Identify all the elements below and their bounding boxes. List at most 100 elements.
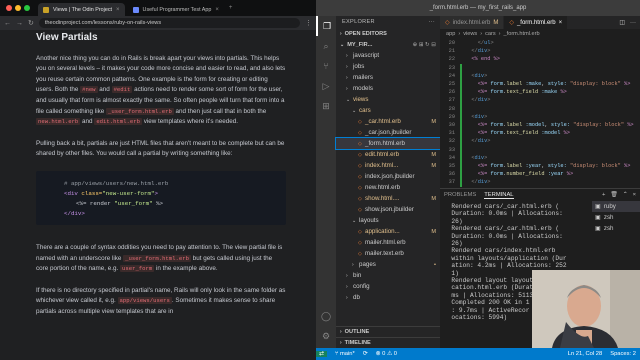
open-editors-section[interactable]: › OPEN EDITORS — [336, 28, 440, 39]
browser-tab-odin[interactable]: Views | The Odin Project × — [38, 3, 125, 16]
tree-item-label: db — [353, 294, 360, 301]
split-editor-icon[interactable]: ◫ — [619, 19, 625, 26]
code-text: <%= form.label :model, style: "display: … — [477, 122, 634, 129]
back-arrow-icon[interactable]: ← — [4, 20, 11, 27]
tree-item-label: pages — [359, 261, 376, 268]
close-window-button[interactable] — [6, 5, 12, 11]
trash-icon[interactable]: 🗑 — [610, 192, 617, 198]
tree-file[interactable]: ◇ _car.html.erb M — [336, 116, 440, 127]
line-number: 22 — [448, 56, 455, 63]
branch-indicator[interactable]: ⑂ main* — [335, 351, 355, 357]
code-editor[interactable]: 20 </ul> 21 </div> 22 <% end %> 23 24 <div> 2… — [440, 39, 640, 187]
tree-file[interactable]: ◇ show.json.jbuilder — [336, 204, 440, 215]
problems-count[interactable]: ⊗ 0 ⚠ 0 — [376, 351, 397, 357]
tree-item-label: javascript — [353, 52, 380, 59]
terminal-label: zsh — [603, 214, 614, 221]
sync-icon[interactable]: ⟳ — [363, 351, 368, 357]
git-change-marker — [460, 96, 462, 105]
extensions-icon[interactable]: ⊞ — [316, 96, 336, 116]
cursor-position[interactable]: Ln 21, Col 28 — [568, 351, 602, 357]
address-bar[interactable]: theodinproject.com/lessons/ruby-on-rails… — [38, 18, 300, 28]
reload-icon[interactable]: ↻ — [28, 19, 34, 27]
browser-tab-label: Useful Programmer Test App — [142, 6, 212, 13]
tree-item-label: _car.html.erb — [365, 118, 401, 125]
close-tab-icon[interactable]: × — [116, 7, 120, 13]
tree-folder[interactable]: › javascript — [336, 50, 440, 61]
tree-file[interactable]: ◇ index.html... M — [336, 160, 440, 171]
new-tab-icon[interactable]: + — [229, 5, 233, 11]
tree-item-label: models — [353, 85, 373, 92]
maximize-window-button[interactable] — [24, 5, 30, 11]
code-line: 31 <%= form.text_field :model %> — [440, 129, 640, 138]
tree-file[interactable]: ◇ show.html.... M — [336, 193, 440, 204]
new-file-icon[interactable]: ⊕ ⊞ ↻ ⊟ — [413, 42, 436, 48]
tree-file[interactable]: ◇ new.html.erb — [336, 182, 440, 193]
tree-item-label: show.json.jbuilder — [365, 206, 414, 213]
file-icon: ◇ — [358, 118, 362, 125]
outline-section[interactable]: › OUTLINE — [336, 326, 440, 337]
more-actions-icon[interactable]: ··· — [429, 19, 436, 25]
code-text: </div> — [471, 97, 491, 104]
explorer-files-icon[interactable]: ❐ — [316, 16, 336, 36]
tree-folder[interactable]: ⌄ layouts — [336, 215, 440, 226]
minimize-window-button[interactable] — [15, 5, 21, 11]
tree-folder[interactable]: ⌄ views — [336, 94, 440, 105]
file-icon: ◇ — [358, 162, 362, 169]
chevron-right-icon: › — [346, 52, 348, 59]
tree-file[interactable]: ◇ application... M — [336, 226, 440, 237]
tree-file[interactable]: ◇ mailer.html.erb — [336, 237, 440, 248]
tree-file[interactable]: ◇ _form.html.erb — [335, 137, 441, 150]
more-actions-icon[interactable]: ··· — [630, 20, 636, 26]
remote-icon[interactable]: ⇄ — [316, 351, 327, 357]
account-icon[interactable]: ◯ — [316, 306, 336, 326]
search-icon[interactable]: ⌕ — [316, 36, 336, 56]
terminal-instance[interactable]: ▣ ruby — [592, 201, 640, 212]
close-icon[interactable]: × — [633, 192, 636, 198]
inline-code: app/views/users — [117, 297, 172, 305]
timeline-section[interactable]: › TIMELINE — [336, 337, 440, 348]
terminal-instance[interactable]: ▣ zsh — [592, 223, 640, 234]
forward-arrow-icon[interactable]: → — [16, 20, 23, 27]
tree-folder[interactable]: › config — [336, 281, 440, 292]
tree-folder[interactable]: › pages • — [336, 259, 440, 270]
breadcrumb-item[interactable]: cars — [485, 31, 496, 37]
breadcrumb-item[interactable]: views — [463, 31, 477, 37]
run-debug-icon[interactable]: ▷ — [316, 76, 336, 96]
tree-folder[interactable]: › bin — [336, 270, 440, 281]
breadcrumb-item[interactable]: app — [446, 31, 455, 37]
tree-file[interactable]: ◇ _car.json.jbuilder — [336, 127, 440, 138]
close-tab-icon[interactable]: × — [215, 7, 219, 13]
section-label: OPEN EDITORS — [344, 30, 387, 37]
tree-file[interactable]: ◇ index.json.jbuilder — [336, 171, 440, 182]
editor-tab-index[interactable]: ◇ index.html.erb M — [440, 16, 505, 29]
text: in the example above. — [154, 265, 218, 273]
lesson-content: View Partials Another nice thing you can… — [36, 30, 286, 329]
editor-tab-form[interactable]: ◇ _form.html.erb × — [504, 16, 569, 29]
add-terminal-icon[interactable]: + — [602, 192, 605, 198]
code-line: 20 </ul> — [440, 39, 640, 47]
project-section[interactable]: ⌄ MY_FIR... ⊕ ⊞ ↻ ⊟ — [336, 39, 440, 50]
tree-folder[interactable]: › jobs — [336, 61, 440, 72]
extensions-icon[interactable]: ⋮ — [305, 19, 312, 27]
browser-tab-test-app[interactable]: Useful Programmer Test App × — [128, 3, 224, 16]
tree-file[interactable]: ◇ edit.html.erb M — [336, 149, 440, 160]
code-text: </div> — [471, 138, 491, 145]
code-token: <%= render — [76, 199, 115, 207]
source-control-icon[interactable]: ⑂ — [316, 56, 336, 76]
terminal-instance[interactable]: ▣ zsh — [592, 212, 640, 223]
tree-folder[interactable]: › db — [336, 292, 440, 303]
tab-problems[interactable]: PROBLEMS — [444, 192, 476, 198]
line-number: 30 — [448, 122, 455, 129]
code-text: </div> — [471, 179, 491, 186]
chevron-up-icon[interactable]: ⌃ — [623, 192, 628, 198]
indentation[interactable]: Spaces: 2 — [610, 351, 636, 357]
tab-terminal[interactable]: TERMINAL — [484, 192, 514, 199]
gear-icon[interactable]: ⚙ — [316, 326, 336, 346]
tree-folder[interactable]: › models — [336, 83, 440, 94]
tree-folder[interactable]: ⌄ cars — [336, 105, 440, 116]
tree-folder[interactable]: › mailers — [336, 72, 440, 83]
close-tab-icon[interactable]: × — [559, 20, 563, 26]
breadcrumb-separator-icon: › — [458, 31, 461, 37]
breadcrumb-item[interactable]: _form.html.erb — [504, 31, 540, 37]
tree-file[interactable]: ◇ mailer.text.erb — [336, 248, 440, 259]
